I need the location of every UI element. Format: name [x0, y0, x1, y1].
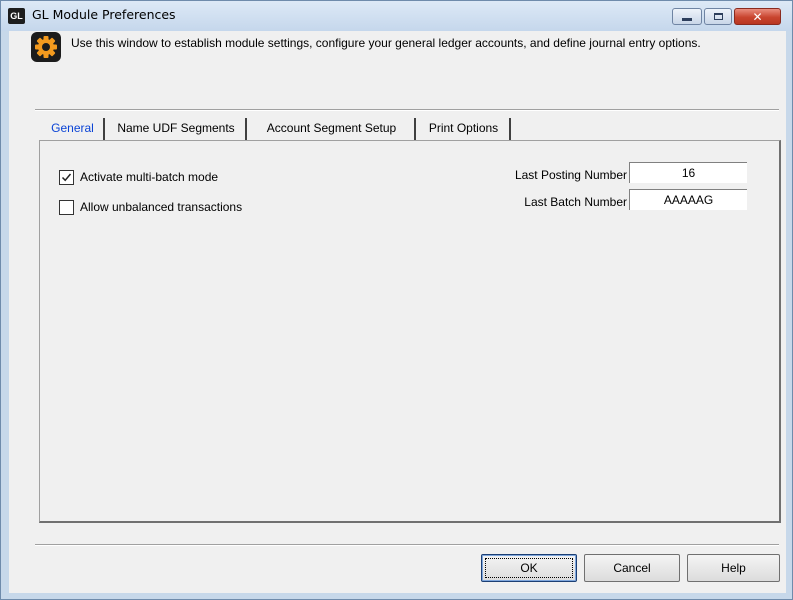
- close-button[interactable]: ✕: [734, 8, 781, 25]
- multi-batch-checkbox[interactable]: [59, 169, 74, 185]
- checkmark-icon: [61, 173, 72, 181]
- header-divider: [35, 109, 779, 111]
- tab-print-options[interactable]: Print Options: [418, 118, 511, 140]
- preferences-window: GL GL Module Preferences ✕ Use this wind…: [0, 0, 793, 600]
- maximize-icon: [713, 13, 723, 20]
- footer-divider: [35, 544, 779, 546]
- last-batch-label: Last Batch Number: [524, 195, 627, 209]
- maximize-button[interactable]: [704, 8, 732, 25]
- last-batch-field[interactable]: AAAAAG: [629, 189, 747, 210]
- gear-icon: [31, 32, 61, 62]
- multi-batch-option[interactable]: Activate multi-batch mode: [59, 169, 218, 185]
- unbalanced-option[interactable]: Allow unbalanced transactions: [59, 199, 242, 215]
- ok-button[interactable]: OK: [481, 554, 577, 582]
- last-posting-field[interactable]: 16: [629, 162, 747, 183]
- minimize-icon: [682, 18, 692, 21]
- last-posting-label: Last Posting Number: [514, 168, 627, 182]
- help-button[interactable]: Help: [687, 554, 780, 582]
- title-bar[interactable]: GL GL Module Preferences ✕: [1, 1, 792, 31]
- app-badge-icon: GL: [8, 8, 25, 24]
- cancel-button[interactable]: Cancel: [584, 554, 680, 582]
- tab-name-udf-segments[interactable]: Name UDF Segments: [107, 118, 247, 140]
- unbalanced-label: Allow unbalanced transactions: [80, 200, 243, 214]
- window-title: GL Module Preferences: [32, 7, 176, 22]
- minimize-button[interactable]: [672, 8, 702, 25]
- tab-account-segment-setup[interactable]: Account Segment Setup: [249, 118, 416, 140]
- focus-ring: [485, 558, 573, 578]
- info-description: Use this window to establish module sett…: [71, 36, 701, 50]
- multi-batch-label: Activate multi-batch mode: [80, 170, 219, 184]
- unbalanced-checkbox[interactable]: [59, 199, 74, 215]
- close-icon: ✕: [752, 9, 763, 24]
- tab-general[interactable]: General: [42, 118, 105, 140]
